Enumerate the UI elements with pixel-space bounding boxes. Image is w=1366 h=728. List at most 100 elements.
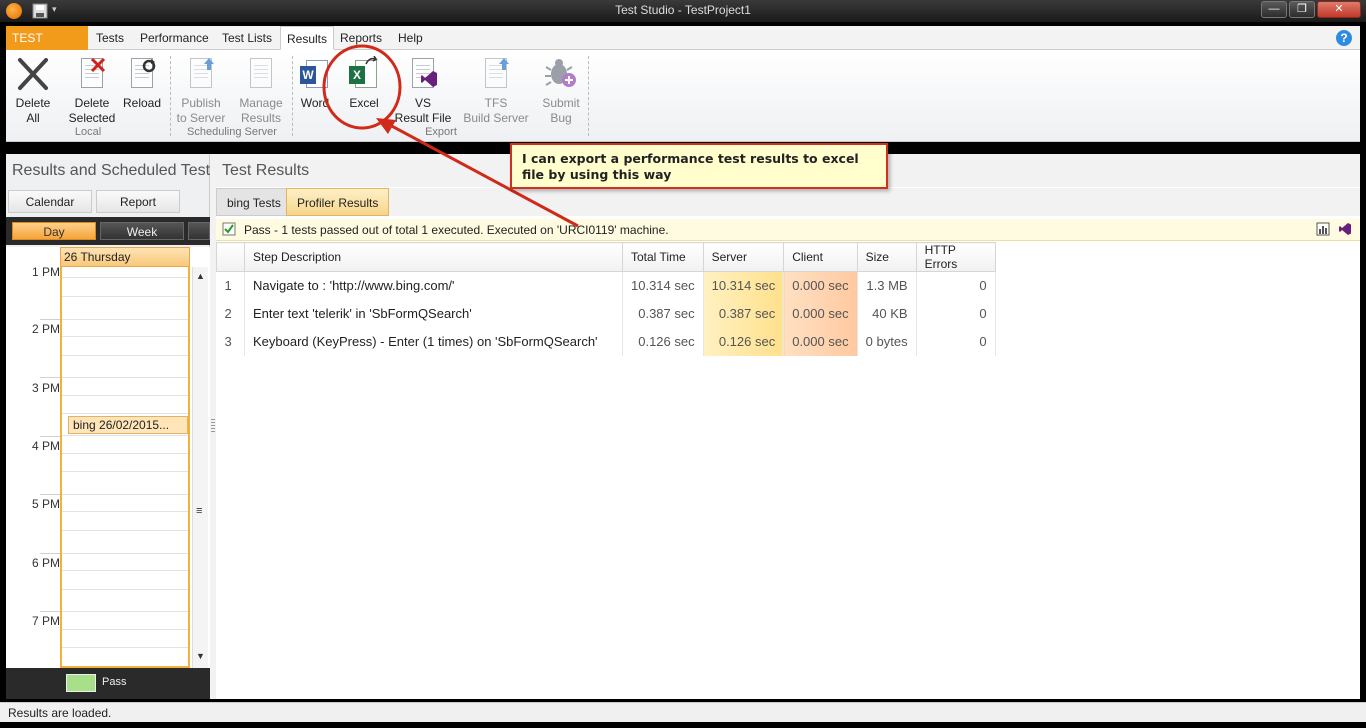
tab-test-lists[interactable]: Test Lists xyxy=(216,26,278,50)
client-time: 0.000 sec xyxy=(783,327,858,356)
response-size: 40 KB xyxy=(857,299,917,328)
tab-reports[interactable]: Reports xyxy=(334,26,388,50)
reload-button[interactable]: Reload xyxy=(120,56,164,111)
scroll-up-icon[interactable]: ▲ xyxy=(196,271,205,281)
calendar-appointment[interactable]: bing 26/02/2015... xyxy=(68,416,188,434)
column-header-total-time[interactable]: Total Time xyxy=(622,242,704,272)
ribbon-tab-bar: TEST STUDIO Tests Performance Test Lists… xyxy=(6,26,1360,69)
submit-label-2: Bug xyxy=(550,111,572,125)
column-header-step-description[interactable]: Step Description xyxy=(244,242,623,272)
chart-view-icon[interactable] xyxy=(1316,222,1330,236)
view-mode-bar: Day Week xyxy=(6,217,210,245)
table-row[interactable]: 1 Navigate to : 'http://www.bing.com/' 1… xyxy=(216,271,996,300)
delete-selected-button[interactable]: Delete Selected xyxy=(62,56,122,126)
time-label: 2 PM xyxy=(31,322,60,336)
annotation-callout: I can export a performance test results … xyxy=(510,143,888,189)
reload-label: Reload xyxy=(122,96,162,110)
time-label: 3 PM xyxy=(31,381,60,395)
result-status-row: Pass - 1 tests passed out of total 1 exe… xyxy=(216,219,1360,241)
time-label: 6 PM xyxy=(31,556,60,570)
column-header-size[interactable]: Size xyxy=(856,242,917,272)
close-button[interactable]: ✕ xyxy=(1317,1,1361,18)
word-label: Word xyxy=(300,96,330,110)
delete-all-button[interactable]: Delete All xyxy=(8,56,58,126)
table-row[interactable]: 3 Keyboard (KeyPress) - Enter (1 times) … xyxy=(216,327,996,356)
column-header-client[interactable]: Client xyxy=(783,242,858,272)
window-title: Test Studio - TestProject1 xyxy=(615,3,751,17)
week-view-button[interactable]: Week xyxy=(100,222,184,240)
column-header-server[interactable]: Server xyxy=(702,242,785,272)
help-icon[interactable]: ? xyxy=(1336,30,1352,46)
group-label-scheduling: Scheduling Server xyxy=(187,126,277,138)
export-word-button[interactable]: W Word xyxy=(296,56,334,111)
tab-results[interactable]: Results xyxy=(280,26,335,50)
report-button[interactable]: Report xyxy=(96,190,180,213)
server-time: 0.387 sec xyxy=(703,299,785,328)
calendar-legend: Pass xyxy=(6,668,210,699)
total-time: 0.387 sec xyxy=(622,299,704,328)
step-description: Keyboard (KeyPress) - Enter (1 times) on… xyxy=(244,327,623,356)
column-header-index[interactable] xyxy=(216,242,245,272)
tab-test-studio[interactable]: TEST STUDIO xyxy=(6,26,88,69)
group-label-local: Local xyxy=(74,126,102,138)
tfs-label-1: TFS xyxy=(484,96,508,110)
tab-performance[interactable]: Performance xyxy=(134,26,215,50)
visual-studio-export-icon[interactable] xyxy=(1338,222,1352,236)
row-index: 3 xyxy=(216,327,245,356)
server-time: 10.314 sec xyxy=(703,271,785,300)
month-view-button[interactable] xyxy=(188,222,210,240)
tfs-build-server-button[interactable]: TFS Build Server xyxy=(462,56,530,126)
table-row[interactable]: 2 Enter text 'telerik' in 'SbFormQSearch… xyxy=(216,299,996,328)
tab-help[interactable]: Help xyxy=(392,26,429,50)
panel-splitter[interactable] xyxy=(211,419,215,433)
time-label: 4 PM xyxy=(31,439,60,453)
breadcrumb-profiler-results[interactable]: Profiler Results xyxy=(286,188,390,216)
group-label-export: Export xyxy=(425,126,457,138)
day-view-button[interactable]: Day xyxy=(12,222,96,240)
calendar-day-header[interactable]: 26 Thursday xyxy=(60,247,190,267)
calendar-scrollbar[interactable]: ▲ ≡ ▼ xyxy=(192,267,208,668)
table-header-row: Step Description Total Time Server Clien… xyxy=(216,242,996,272)
submit-bug-button[interactable]: Submit Bug xyxy=(536,56,586,126)
http-errors: 0 xyxy=(916,327,996,356)
response-size: 1.3 MB xyxy=(857,271,917,300)
client-time: 0.000 sec xyxy=(783,271,858,300)
day-calendar[interactable]: 26 Thursday 1 PM 2 PM 3 PM 4 PM 5 PM 6 P… xyxy=(6,247,210,668)
scroll-thumb-grip-icon[interactable]: ≡ xyxy=(196,505,202,517)
test-results-title: Test Results xyxy=(222,162,310,179)
left-panel-title: Results and Scheduled Test Li xyxy=(12,162,210,179)
minimize-button[interactable]: — xyxy=(1261,1,1287,18)
breadcrumb-bing-tests[interactable]: bing Tests xyxy=(216,188,292,216)
visual-studio-icon xyxy=(406,56,440,92)
total-time: 0.126 sec xyxy=(622,327,704,356)
export-excel-button[interactable]: X Excel xyxy=(346,56,382,111)
bug-icon xyxy=(544,56,578,92)
vs-label-1: VS xyxy=(414,96,431,110)
maximize-button[interactable]: ❐ xyxy=(1289,1,1315,18)
manage-label-1: Manage xyxy=(239,96,283,110)
ribbon-body: Delete All Delete Selected Reload Local … xyxy=(6,50,1360,142)
test-results-panel: Test Results bing Tests Profiler Results… xyxy=(216,154,1360,699)
excel-label: Excel xyxy=(349,96,379,110)
export-vs-result-file-button[interactable]: VS Result File xyxy=(392,56,454,126)
group-separator xyxy=(588,56,589,136)
word-icon: W xyxy=(298,56,332,92)
manage-results-button[interactable]: Manage Results xyxy=(232,56,290,126)
reload-icon xyxy=(125,56,159,92)
calendar-day-column[interactable]: bing 26/02/2015... xyxy=(60,267,190,668)
column-header-http-errors[interactable]: HTTP Errors xyxy=(915,242,996,272)
results-scheduled-panel: Results and Scheduled Test Li Calendar R… xyxy=(6,154,210,699)
profiler-results-table: Step Description Total Time Server Clien… xyxy=(216,242,996,356)
http-errors: 0 xyxy=(916,299,996,328)
publish-to-server-button[interactable]: Publish to Server xyxy=(174,56,228,126)
row-index: 2 xyxy=(216,299,245,328)
response-size: 0 bytes xyxy=(857,327,917,356)
calendar-button[interactable]: Calendar xyxy=(8,190,92,213)
tab-tests[interactable]: Tests xyxy=(90,26,130,50)
title-bar: ▾ Test Studio - TestProject1 — ❐ ✕ xyxy=(0,0,1366,22)
server-time: 0.126 sec xyxy=(703,327,785,356)
result-status-text: Pass - 1 tests passed out of total 1 exe… xyxy=(244,223,669,237)
delete-all-label-2: All xyxy=(26,111,40,125)
scroll-down-icon[interactable]: ▼ xyxy=(196,651,205,661)
http-errors: 0 xyxy=(916,271,996,300)
